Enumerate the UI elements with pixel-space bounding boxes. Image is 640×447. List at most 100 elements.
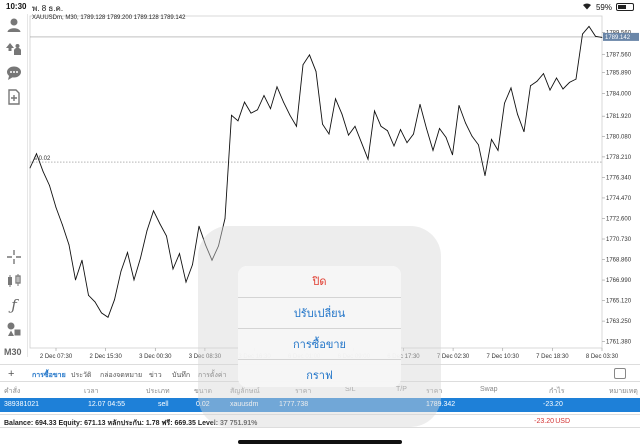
price-point xyxy=(159,223,161,225)
price-point xyxy=(361,142,362,144)
price-point xyxy=(322,123,323,125)
price-point xyxy=(445,136,447,138)
price-point xyxy=(497,150,499,151)
x-tick-label: 2 Dec 07:30 xyxy=(40,354,73,360)
price-point xyxy=(575,78,577,80)
y-tick-label: 1784.000 xyxy=(606,91,632,97)
price-point xyxy=(133,279,135,281)
price-point xyxy=(302,64,304,66)
tab-trade[interactable]: การซื้อขาย xyxy=(32,370,66,381)
row-order: 389381021 xyxy=(4,401,40,408)
price-point xyxy=(185,281,187,283)
price-point xyxy=(517,113,518,115)
price-point xyxy=(309,54,310,56)
col-tp: T/P xyxy=(396,386,407,393)
y-tick-label: 1776.340 xyxy=(606,175,632,181)
balance-summary: Balance: 694.33 Equity: 671.13 หลักประกั… xyxy=(4,420,258,427)
position-label: s 0.02 xyxy=(34,156,51,162)
y-tick-label: 1763.250 xyxy=(606,319,632,325)
price-point xyxy=(62,224,63,226)
price-point xyxy=(276,86,278,88)
price-point xyxy=(556,77,557,79)
price-point xyxy=(315,70,317,72)
price-point xyxy=(562,88,564,90)
home-indicator[interactable] xyxy=(238,440,402,444)
price-point xyxy=(432,150,434,151)
price-point xyxy=(393,145,395,147)
timeframe-label[interactable]: M30 xyxy=(4,347,22,357)
price-point xyxy=(426,128,427,129)
y-tick-label: 1778.210 xyxy=(606,155,632,161)
battery-percent: 59% xyxy=(595,2,612,12)
price-point xyxy=(107,316,109,318)
price-point xyxy=(601,36,603,38)
price-point xyxy=(341,113,343,115)
price-point xyxy=(510,87,512,89)
trade-button[interactable]: การซื้อขาย xyxy=(238,328,401,358)
price-point xyxy=(244,101,245,103)
price-point xyxy=(536,80,538,82)
tab-history[interactable]: ประวัติ xyxy=(71,370,91,381)
close-order-button[interactable]: ปิด xyxy=(238,266,401,296)
tab-journal[interactable]: บันทึก xyxy=(172,370,190,381)
y-tick-label: 1774.470 xyxy=(606,196,632,202)
price-point xyxy=(237,120,239,122)
indicators-icon[interactable] xyxy=(5,272,23,290)
y-tick-label: 1780.080 xyxy=(606,134,632,140)
price-point xyxy=(348,134,349,136)
price-point xyxy=(211,259,213,261)
price-point xyxy=(478,144,479,146)
add-tab-button[interactable]: + xyxy=(8,368,14,380)
price-point xyxy=(153,210,154,212)
y-tick-label: 1781.920 xyxy=(606,114,632,120)
tab-settings[interactable]: การตั้งค่า xyxy=(198,370,227,381)
modify-order-button[interactable]: ปรับเปลี่ยน xyxy=(238,297,401,327)
y-tick-label: 1768.860 xyxy=(606,258,632,264)
price-point xyxy=(231,114,232,116)
price-point xyxy=(49,185,50,186)
price-point xyxy=(257,109,258,111)
price-point xyxy=(569,81,570,83)
price-point xyxy=(595,35,596,37)
price-point xyxy=(588,25,590,27)
price-point xyxy=(198,225,200,227)
price-point xyxy=(88,294,89,296)
price-point xyxy=(140,257,141,259)
price-point xyxy=(530,85,531,87)
price-point xyxy=(250,112,252,114)
objects-icon[interactable] xyxy=(5,320,23,338)
price-point xyxy=(224,218,226,219)
price-point xyxy=(387,130,388,132)
toolbox-icon[interactable] xyxy=(614,368,626,379)
status-time: 10:30 xyxy=(6,2,27,11)
price-point xyxy=(114,299,115,301)
account-icon[interactable] xyxy=(5,16,23,34)
function-icon[interactable]: ƒ xyxy=(5,296,23,314)
price-point xyxy=(465,122,466,124)
price-point xyxy=(101,312,102,314)
row-size: 0.02 xyxy=(196,401,210,408)
price-point xyxy=(406,142,408,144)
col-time: เวลา xyxy=(84,388,99,395)
crosshair-icon[interactable] xyxy=(5,248,23,266)
price-point xyxy=(296,125,297,127)
price-point xyxy=(36,153,37,155)
wifi-icon xyxy=(582,2,592,12)
tab-news[interactable]: ข่าว xyxy=(149,370,162,381)
y-tick-label: 1765.120 xyxy=(606,299,632,305)
row-time: 12.07 04:55 xyxy=(88,401,125,408)
total-profit: -23.20 xyxy=(534,418,554,425)
tab-mailbox[interactable]: กล่องจดหมาย xyxy=(100,370,142,381)
price-point xyxy=(335,98,336,100)
chat-icon[interactable] xyxy=(5,64,23,82)
col-size: ขนาด xyxy=(194,388,213,395)
price-point xyxy=(484,175,486,177)
order-action-sheet: ปิด ปรับเปลี่ยน การซื้อขาย กราฟ xyxy=(238,266,401,387)
table-row[interactable]: 389381021 12.07 04:55 sell 0.02 xauusdm … xyxy=(0,398,640,412)
trade-icon[interactable] xyxy=(5,40,23,58)
new-document-icon[interactable] xyxy=(5,88,23,106)
col-price: ราคา xyxy=(426,388,443,395)
x-tick-label: 2 Dec 15:30 xyxy=(89,354,122,360)
price-point xyxy=(205,244,206,246)
chart-button[interactable]: กราฟ xyxy=(238,359,401,387)
